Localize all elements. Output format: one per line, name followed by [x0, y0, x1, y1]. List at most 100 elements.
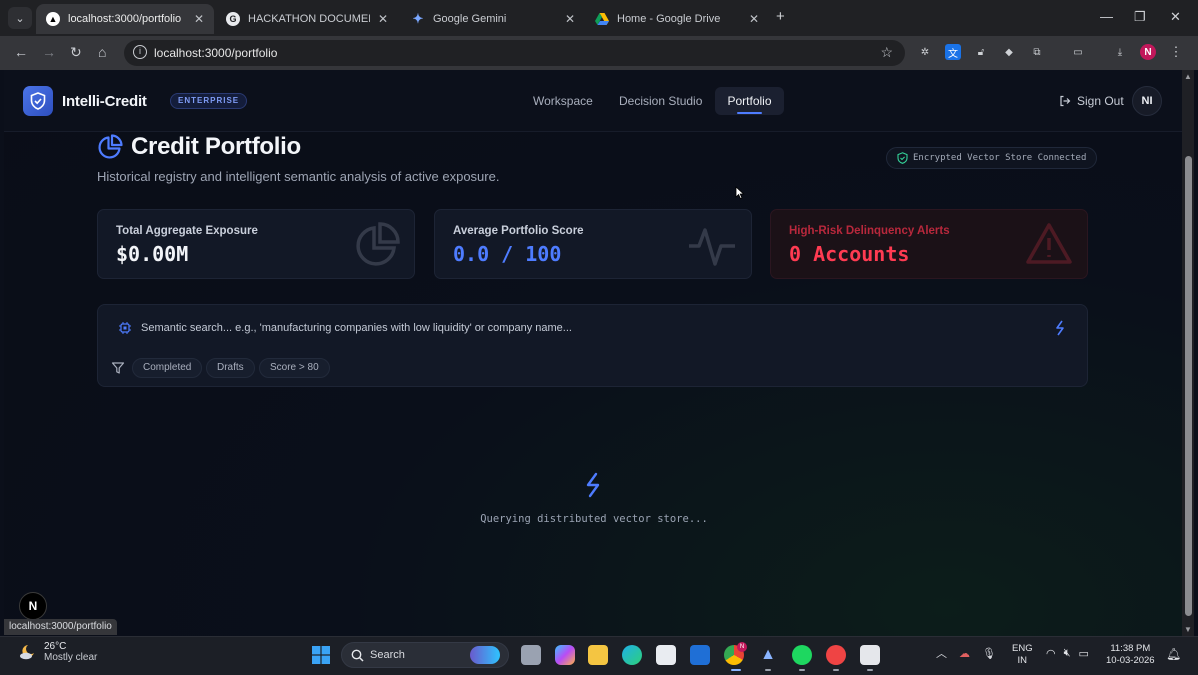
docs-favicon-icon: G	[226, 12, 240, 26]
maximize-icon[interactable]: ❐	[1134, 9, 1146, 25]
filter-chip-completed[interactable]: Completed	[132, 358, 203, 378]
sign-out-button[interactable]: Sign Out	[1059, 94, 1124, 108]
nav-portfolio[interactable]: Portfolio	[715, 87, 784, 115]
extensions-puzzle-icon[interactable]: ⧉	[1029, 44, 1045, 60]
tab-title: Home - Google Drive	[617, 13, 721, 25]
taskbar-search[interactable]: Search	[341, 642, 509, 668]
page-scrollbar[interactable]: ▲ ▼	[1182, 70, 1194, 636]
filter-icon	[111, 362, 125, 374]
media-player-icon[interactable]	[826, 645, 846, 665]
outlook-icon[interactable]	[690, 645, 710, 665]
region-text: IN	[1017, 655, 1028, 666]
reading-mode-icon[interactable]: ▭	[1070, 44, 1086, 60]
windows-start-icon[interactable]	[312, 646, 330, 664]
activity-pulse-icon	[689, 228, 735, 266]
vector-status-text: Encrypted Vector Store Connected	[913, 153, 1087, 163]
vscode-style-app-icon[interactable]: ▲	[758, 645, 778, 665]
battery-icon: ▭	[1078, 648, 1089, 660]
cpu-chip-icon	[119, 322, 131, 334]
extension-lock-icon[interactable]: 🔓︎	[973, 44, 989, 60]
profile-avatar[interactable]: N	[1140, 44, 1156, 60]
show-hidden-icons-icon[interactable]: ︿	[936, 645, 947, 661]
windows-taskbar: 26°C Mostly clear Search N ▲ ︿ ☁ 🎙︎ ENG …	[0, 636, 1198, 675]
tab-hackathon-documentation[interactable]: G HACKATHON DOCUMENTATIO ✕	[216, 4, 398, 34]
copilot-icon[interactable]	[555, 645, 575, 665]
dev-tools-badge[interactable]: N	[19, 592, 47, 620]
taskbar-search-label: Search	[370, 649, 405, 661]
close-tab-icon[interactable]: ✕	[378, 12, 388, 26]
extension-shield-icon[interactable]: ◆	[1001, 44, 1017, 60]
task-view-icon[interactable]	[521, 645, 541, 665]
semantic-search-input[interactable]: Semantic search... e.g., 'manufacturing …	[141, 322, 572, 334]
scroll-down-icon[interactable]: ▼	[1184, 625, 1192, 634]
loading-status-text: Querying distributed vector store...	[480, 513, 708, 525]
microsoft-store-icon[interactable]	[656, 645, 676, 665]
link-status-tooltip: localhost:3000/portfolio	[4, 619, 117, 635]
loading-spark-icon	[586, 472, 600, 498]
new-tab-button[interactable]: +	[776, 8, 785, 25]
address-bar[interactable]: i localhost:3000/portfolio ☆	[124, 40, 905, 66]
card-value: 0.0 / 100	[453, 242, 562, 266]
extension-translate-icon[interactable]: 文	[945, 44, 961, 60]
tab-title: localhost:3000/portfolio	[68, 13, 182, 25]
minimize-icon[interactable]: —	[1100, 9, 1113, 24]
reload-icon[interactable]: ↻	[70, 44, 82, 61]
shield-check-icon	[897, 152, 908, 164]
spotify-icon[interactable]	[792, 645, 812, 665]
notepad-icon[interactable]	[860, 645, 880, 665]
quick-settings[interactable]: ◠ 🔇︎ ▭	[1046, 647, 1089, 660]
file-explorer-icon[interactable]	[588, 645, 608, 665]
filter-chip-score-80[interactable]: Score > 80	[259, 358, 330, 378]
download-icon[interactable]: ⤓	[1112, 44, 1128, 60]
tab-google-gemini[interactable]: ✦ Google Gemini ✕	[401, 4, 585, 34]
site-info-icon[interactable]: i	[133, 45, 147, 59]
card-label: High-Risk Delinquency Alerts	[789, 225, 950, 237]
address-bar-url[interactable]: localhost:3000/portfolio	[154, 46, 277, 60]
weather-widget[interactable]: 26°C Mostly clear	[18, 641, 97, 663]
drive-favicon-icon	[595, 12, 609, 26]
scroll-up-icon[interactable]: ▲	[1184, 72, 1192, 81]
bookmark-star-icon[interactable]: ☆	[880, 44, 893, 61]
browser-menu-icon[interactable]: ⋮	[1168, 44, 1184, 60]
forward-icon[interactable]: →	[42, 44, 56, 60]
system-clock[interactable]: 11:38 PM 10-03-2026	[1106, 643, 1155, 667]
close-tab-icon[interactable]: ✕	[565, 12, 575, 26]
filter-chip-drafts[interactable]: Drafts	[206, 358, 255, 378]
app-header: Intelli-Credit ENTERPRISE Workspace Deci…	[4, 70, 1182, 132]
tab-portfolio[interactable]: ▲ localhost:3000/portfolio ✕	[36, 4, 214, 34]
edge-browser-icon[interactable]	[622, 645, 642, 665]
tab-search-button[interactable]: ⌄	[8, 7, 32, 29]
close-tab-icon[interactable]: ✕	[749, 12, 759, 26]
search-highlight-icon	[470, 646, 500, 664]
cloud-sync-icon[interactable]: ☁	[959, 647, 970, 660]
weather-text: Mostly clear	[44, 652, 98, 663]
running-app-indicator	[833, 669, 839, 671]
scrollbar-thumb[interactable]	[1185, 156, 1192, 616]
card-label: Total Aggregate Exposure	[116, 225, 258, 237]
notification-bell-icon[interactable]: 🔔︎	[1166, 647, 1181, 661]
page-title: Credit Portfolio	[131, 133, 301, 160]
semantic-search-panel: Semantic search... e.g., 'manufacturing …	[97, 304, 1088, 387]
ai-spark-icon[interactable]	[1053, 320, 1067, 336]
date-text: 10-03-2026	[1106, 655, 1155, 666]
home-icon[interactable]: ⌂	[98, 44, 106, 60]
user-avatar[interactable]: NI	[1132, 86, 1162, 116]
card-average-score: Average Portfolio Score 0.0 / 100	[434, 209, 752, 279]
close-window-icon[interactable]: ✕	[1170, 9, 1181, 25]
mouse-cursor-icon	[735, 186, 745, 200]
microphone-icon[interactable]: 🎙︎	[982, 647, 996, 660]
language-text: ENG	[1012, 643, 1033, 654]
page-subtitle: Historical registry and intelligent sema…	[97, 169, 500, 184]
shield-logo-icon[interactable]	[23, 86, 53, 116]
language-indicator[interactable]: ENG IN	[1012, 643, 1033, 667]
running-app-indicator	[867, 669, 873, 671]
nav-workspace[interactable]: Workspace	[533, 94, 593, 108]
card-total-exposure: Total Aggregate Exposure $0.00M	[97, 209, 415, 279]
tab-google-drive[interactable]: Home - Google Drive ✕	[585, 4, 769, 34]
extension-sparkle-icon[interactable]: ✲	[917, 44, 933, 60]
close-tab-icon[interactable]: ✕	[194, 12, 204, 26]
app-brand-name[interactable]: Intelli-Credit	[62, 93, 147, 110]
nav-decision-studio[interactable]: Decision Studio	[619, 94, 702, 108]
tab-title: Google Gemini	[433, 13, 507, 25]
back-icon[interactable]: ←	[14, 44, 28, 60]
